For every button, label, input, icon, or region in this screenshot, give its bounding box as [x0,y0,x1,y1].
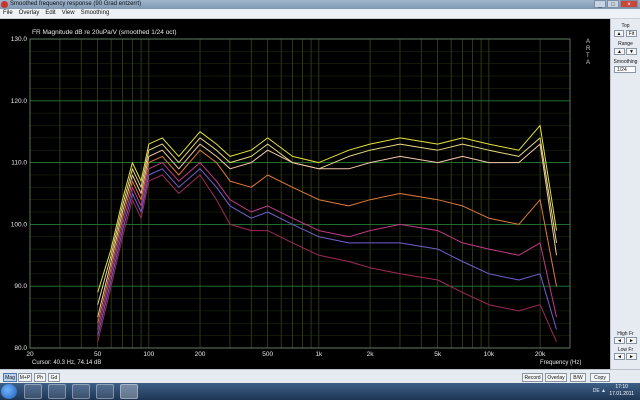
menu-file[interactable]: File [0,9,16,18]
cursor-readout: Cursor: 40.3 Hz, 74.14 dB [32,360,101,366]
smoothing-label: Smoothing [613,59,638,65]
media-taskbar-icon[interactable] [96,384,114,399]
range-down-button[interactable]: ▼ [626,48,637,55]
y-tick-label: 90.0 [14,283,27,290]
taskbar: DE ▲ 17:10 17.01.2011 [0,383,640,400]
menu-smoothing[interactable]: Smoothing [78,9,113,18]
app-icon [1,1,8,8]
y-tick-label: 120.0 [11,98,28,105]
y-tick-label: 110.0 [11,160,27,167]
arta-taskbar-icon[interactable] [120,384,138,399]
mag-phase-button[interactable]: M+P [18,373,32,382]
menu-edit[interactable]: Edit [42,9,58,18]
phase-button[interactable]: Ph [34,373,46,382]
x-tick-label: 50 [94,351,102,358]
clock-time: 17:10 [615,384,628,390]
high-fr-left-button[interactable]: ◄ [614,337,625,344]
frequency-response-chart[interactable]: 80.090.0100.0110.0120.0130.020 50 100 200 50… [0,19,610,369]
mag-button[interactable]: Mag [3,373,17,382]
minimize-button[interactable]: _ [594,0,606,8]
system-tray: DE ▲ [592,388,606,394]
smoothing-select[interactable]: 1/24 [614,66,636,73]
x-axis-label: Frequency (Hz) [540,360,581,366]
range-up-button[interactable]: ▲ [614,48,625,55]
top-label: Top [621,23,630,29]
overlay-button[interactable]: Overlay [545,373,567,382]
y-tick-label: 100.0 [11,221,28,228]
menu-view[interactable]: View [59,9,78,18]
copy-button[interactable]: Copy [590,373,610,382]
top-up-button[interactable]: ▲ [614,30,624,37]
close-button[interactable]: × [620,0,638,8]
title-bar: Smoothed frequency response (90 Grad ent… [0,0,640,9]
high-fr-right-button[interactable]: ► [626,337,637,344]
x-tick-label: 5k [434,351,442,358]
explorer-taskbar-icon[interactable] [24,384,42,399]
x-tick-label: 500 [262,351,273,358]
clock-date: 17.01.2011 [609,391,634,397]
x-tick-label: 1k [315,351,323,358]
start-button[interactable] [1,384,17,399]
low-fr-right-button[interactable]: ► [626,353,637,360]
low-fr-left-button[interactable]: ◄ [614,353,625,360]
x-tick-label: 100 [143,351,154,358]
side-panel: Top ▲ Fit Range ▲ ▼ Smoothing 1/24 High … [610,19,640,369]
range-label: Range [618,41,633,47]
bw-button[interactable]: B/W [570,373,586,382]
x-tick-label: 20 [26,351,34,358]
menu-overlay[interactable]: Overlay [16,9,43,18]
group-delay-button[interactable]: Gd [48,373,60,382]
x-tick-label: 10k [484,351,495,358]
clock: 17:10 17.01.2011 [609,384,634,398]
x-tick-label: 200 [195,351,206,358]
menu-bar: File Overlay Edit View Smoothing [0,9,640,19]
chart-panel: 80.0 90.0 100.0 110.0 120.0 130.0 20 50 100 200 50… [0,19,610,369]
y-tick-label: 130.0 [11,36,28,43]
x-tick-label: 20k [535,351,546,358]
arta-watermark: ARTA [586,39,591,66]
x-tick-label: 2k [367,351,375,358]
browser-taskbar-icon[interactable] [48,384,66,399]
window-title: Smoothed frequency response (90 Grad ent… [10,1,142,7]
chart-title: FR Magnitude dB re 20uPa/V (smoothed 1/2… [32,29,177,36]
app-taskbar-icon[interactable] [72,384,90,399]
bottom-toolbar: Mag M+P Ph Gd Record Overlay B/W Copy [0,369,640,383]
fit-button[interactable]: Fit [626,30,637,37]
window-controls: _ □ × [594,0,638,8]
maximize-button[interactable]: □ [607,0,619,8]
record-button[interactable]: Record [522,373,543,382]
